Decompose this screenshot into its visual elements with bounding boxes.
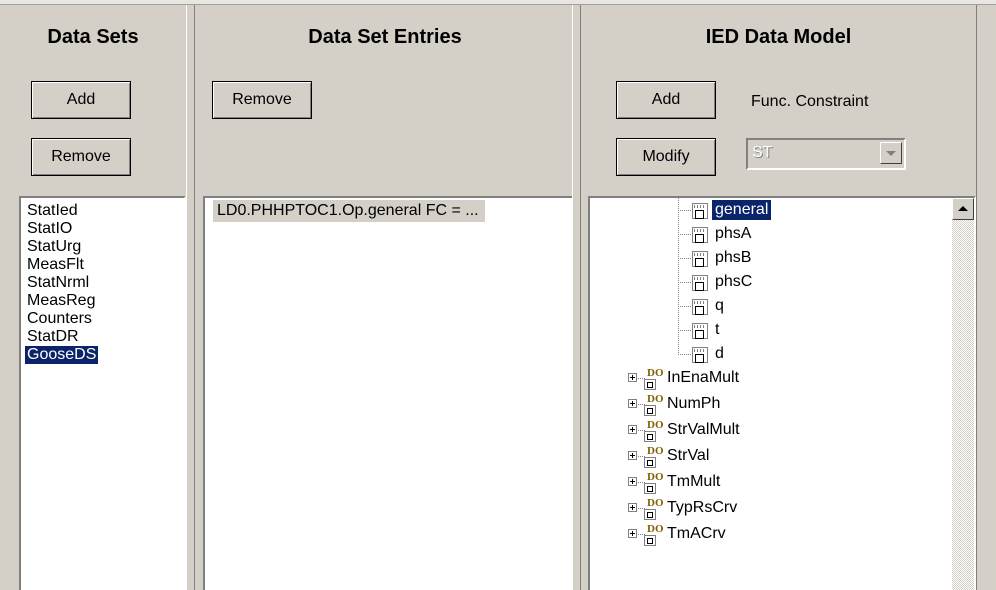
entries-remove-button[interactable]: Remove [212,81,312,119]
expand-plus-icon[interactable] [628,503,637,512]
tree-do-label[interactable]: StrVal [664,446,712,466]
tree-connector-line [678,282,692,283]
tree-do-row[interactable]: DO StrVal [590,444,950,468]
data-attribute-icon [692,347,708,363]
tree-leaf-label[interactable]: phsC [712,272,755,292]
func-constraint-select[interactable]: ST [746,138,906,170]
data-attribute-icon [692,203,708,219]
data-object-icon: DO [642,368,664,390]
model-modify-button[interactable]: Modify [616,138,716,176]
tree-leaf-label[interactable]: phsB [712,248,754,268]
tree-leaf-label[interactable]: q [712,296,727,316]
tree-do-row[interactable]: DO TmMult [590,470,950,494]
entries-header: Data Set Entries [308,26,462,48]
func-constraint-label: Func. Constraint [751,93,869,110]
expand-plus-icon[interactable] [628,373,637,382]
tree-leaf-label[interactable]: phsA [712,224,754,244]
tree-do-label[interactable]: StrValMult [664,420,743,440]
data-set-item[interactable]: GooseDS [25,346,99,364]
data-attribute-icon [692,323,708,339]
data-set-item[interactable]: MeasFlt [25,256,86,274]
data-object-icon: DO [642,472,664,494]
data-set-item[interactable]: StatDR [25,328,81,346]
tree-leaf-row[interactable]: phsC [590,270,950,294]
model-header: IED Data Model [705,26,852,48]
tree-leaf-row[interactable]: phsB [590,246,950,270]
tree-connector-line [678,210,692,211]
tree-leaf-row[interactable]: general [590,198,950,222]
ied-model-tree[interactable]: general phsA phsB phsC q t d DO InEnaMult DO NumPh… [588,196,976,590]
tree-leaf-row[interactable]: phsA [590,222,950,246]
data-attribute-icon [692,275,708,291]
tree-vertical-scrollbar[interactable] [952,198,974,590]
data-set-item[interactable]: StatUrg [25,238,83,256]
expand-plus-icon[interactable] [628,451,637,460]
column-splitter-1[interactable] [186,5,195,590]
data-set-item[interactable]: Counters [25,310,94,328]
tree-do-row[interactable]: DO InEnaMult [590,366,950,390]
column-splitter-2[interactable] [572,5,581,590]
tree-do-row[interactable]: DO StrValMult [590,418,950,442]
tree-do-row[interactable]: DO TypRsCrv [590,496,950,520]
data-object-icon: DO [642,498,664,520]
data-attribute-icon [692,227,708,243]
tree-do-label[interactable]: NumPh [664,394,723,414]
data-set-item[interactable]: StatIO [25,220,74,238]
tree-connector-line [678,258,692,259]
expand-plus-icon[interactable] [628,425,637,434]
data-set-item[interactable]: StatNrml [25,274,91,292]
window-right-edge [976,5,996,590]
tree-leaf-row[interactable]: t [590,318,950,342]
tree-do-label[interactable]: TmMult [664,472,723,492]
tree-leaf-row[interactable]: d [590,342,950,366]
data-sets-list[interactable]: StatIed StatIO StatUrg MeasFlt StatNrml MeasR… [19,196,186,590]
func-constraint-value: ST [752,144,773,161]
tree-do-row[interactable]: DO TmACrv [590,522,950,546]
tree-do-label[interactable]: TmACrv [664,524,729,544]
tree-leaf-label[interactable]: general [710,199,773,221]
tree-connector-line [678,330,692,331]
tree-leaf-row[interactable]: q [590,294,950,318]
data-sets-remove-button[interactable]: Remove [31,138,131,176]
expand-plus-icon[interactable] [628,399,637,408]
data-object-icon: DO [642,446,664,468]
data-object-icon: DO [642,524,664,546]
data-attribute-icon [692,251,708,267]
data-object-icon: DO [642,420,664,442]
tree-do-label[interactable]: TypRsCrv [664,498,740,518]
tree-connector-line [678,354,692,355]
expand-plus-icon[interactable] [628,529,637,538]
expand-plus-icon[interactable] [628,477,637,486]
model-add-button[interactable]: Add [616,81,716,119]
data-set-item[interactable]: StatIed [25,202,80,220]
data-sets-add-button[interactable]: Add [31,81,131,119]
entries-list[interactable]: LD0.PHHPTOC1.Op.general FC = ... [203,196,575,590]
tree-do-label[interactable]: InEnaMult [664,368,742,388]
tree-do-row[interactable]: DO NumPh [590,392,950,416]
entry-item[interactable]: LD0.PHHPTOC1.Op.general FC = ... [213,200,485,222]
window-top-edge [0,0,996,5]
tree-leaf-label[interactable]: t [712,320,722,340]
data-attribute-icon [692,299,708,315]
tree-connector-line [678,234,692,235]
dropdown-arrow-icon[interactable] [880,142,902,164]
tree-connector-line [678,306,692,307]
data-set-item[interactable]: MeasReg [25,292,97,310]
scroll-up-arrow-icon[interactable] [952,198,974,220]
tree-leaf-label[interactable]: d [712,344,727,364]
data-object-icon: DO [642,394,664,416]
data-sets-header: Data Sets [47,26,139,48]
